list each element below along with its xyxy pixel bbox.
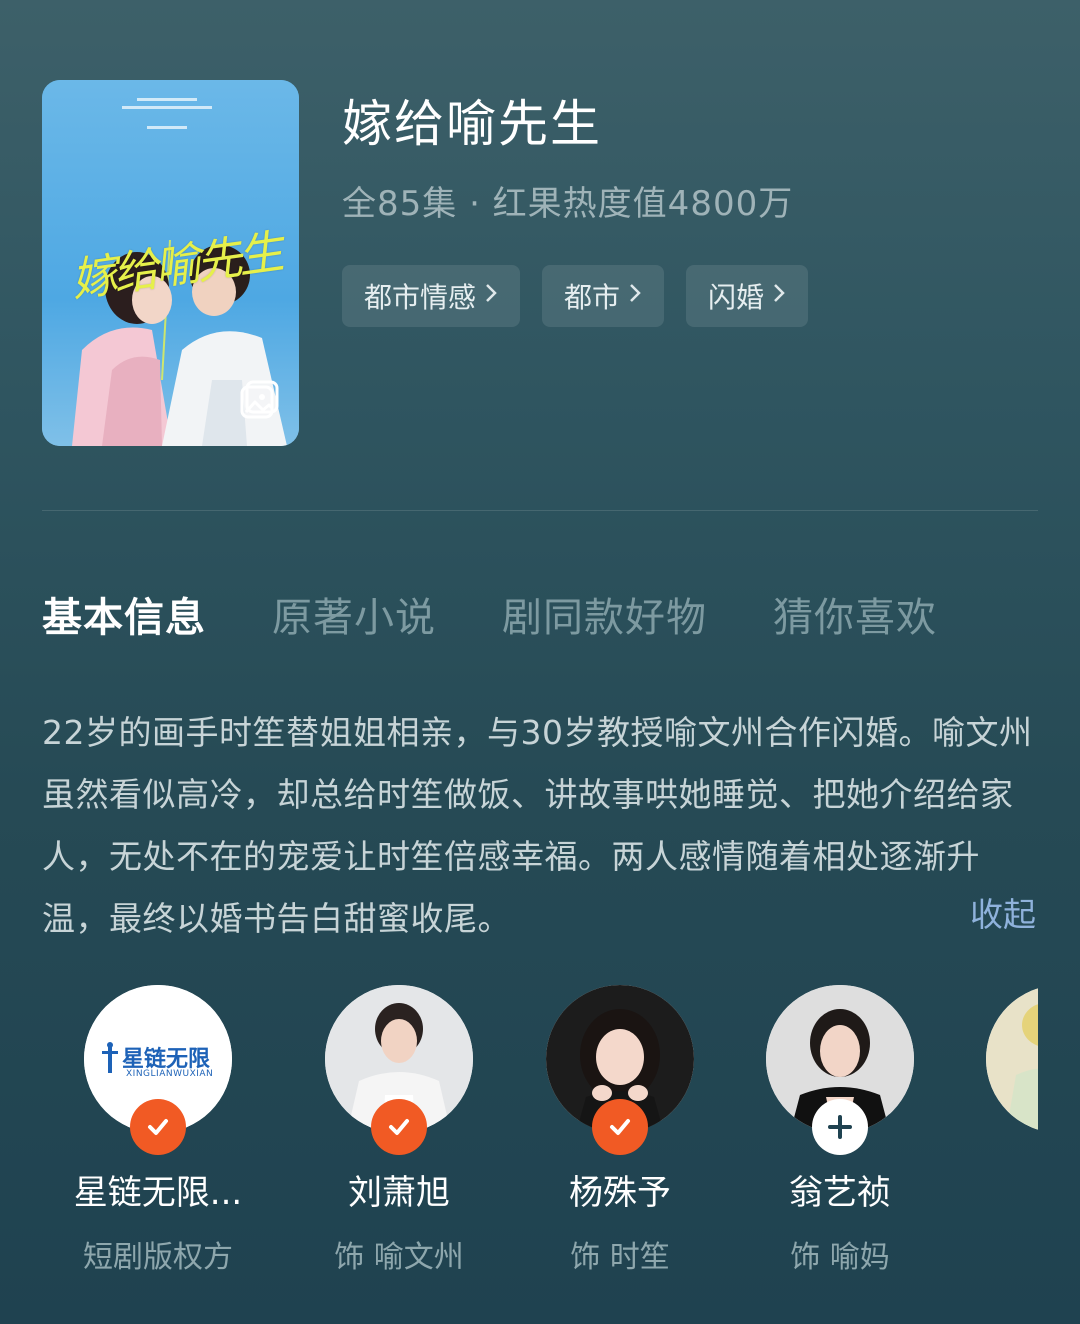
tab-basic-info[interactable]: 基本信息 [42,585,206,643]
cast-name: 杨殊予 [569,1173,671,1213]
chevron-right-icon [628,281,642,311]
followed-check-icon[interactable] [130,1099,186,1155]
cast-list: 星链无限 XINGLIANWUXIAN 星链无限... 短剧版权方 刘萧旭 饰 … [42,985,1038,1285]
tag-label: 都市 [564,281,621,314]
tab-same-products[interactable]: 剧同款好物 [502,585,707,643]
cast-name: 刘萧旭 [348,1173,450,1213]
cast-name: 翁艺祯 [789,1173,891,1213]
avatar[interactable] [986,985,1038,1133]
cast-name: 星链无限... [73,1173,243,1213]
gallery-icon[interactable] [239,378,281,420]
synopsis-text: 22岁的画手时笙替姐姐相亲，与30岁教授喻文州合作闪婚。喻文州虽然看似高冷，却总… [42,713,1033,938]
cast-item-actor[interactable]: 刘萧旭 饰 喻文州 [299,985,499,1276]
tab-recommendations[interactable]: 猜你喜欢 [773,585,937,643]
cast-role: 饰 喻文州 [334,1240,464,1275]
collapse-button[interactable]: 收起 [970,888,1036,936]
cast-item-actress[interactable]: 杨殊予 饰 时笙 [520,985,720,1276]
followed-check-icon[interactable] [371,1099,427,1155]
drama-meta: 全85集 · 红果热度值4800万 [342,184,794,224]
cast-role: 饰 喻妈 [790,1240,890,1275]
actor-photo [1006,1004,1038,1133]
avatar[interactable]: 星链无限 XINGLIANWUXIAN [84,985,232,1155]
tag-flash-marriage[interactable]: 闪婚 [686,265,809,327]
cast-item-partial[interactable]: 十 5 [960,985,1038,1267]
cast-name: 十 [960,1165,1038,1214]
follow-plus-icon[interactable] [812,1099,868,1155]
chevron-right-icon [772,281,786,311]
logo-subtext: XINGLIANWUXIAN [126,1069,214,1079]
tag-urban[interactable]: 都市 [542,265,665,327]
cast-role: 5 [960,1232,1038,1267]
avatar[interactable] [766,985,914,1155]
avatar[interactable] [546,985,694,1155]
info-tabs: 基本信息 原著小说 剧同款好物 猜你喜欢 [42,585,937,643]
tag-label: 闪婚 [708,281,765,314]
cast-role: 短剧版权方 [83,1240,233,1275]
avatar[interactable] [325,985,473,1155]
section-divider [42,510,1038,511]
chevron-right-icon [484,281,498,311]
cast-item-supporting[interactable]: 翁艺祯 饰 喻妈 [740,985,940,1276]
tag-label: 都市情感 [364,281,477,314]
drama-poster[interactable]: 嫁给喻先生 [42,80,299,446]
cast-role: 饰 时笙 [570,1240,670,1275]
genre-tags: 都市情感 都市 闪婚 [342,265,809,327]
followed-check-icon[interactable] [592,1099,648,1155]
tag-urban-romance[interactable]: 都市情感 [342,265,521,327]
drama-title: 嫁给喻先生 [342,95,602,153]
tab-original-novel[interactable]: 原著小说 [272,585,436,643]
cast-item-copyright[interactable]: 星链无限 XINGLIANWUXIAN 星链无限... 短剧版权方 [58,985,258,1276]
